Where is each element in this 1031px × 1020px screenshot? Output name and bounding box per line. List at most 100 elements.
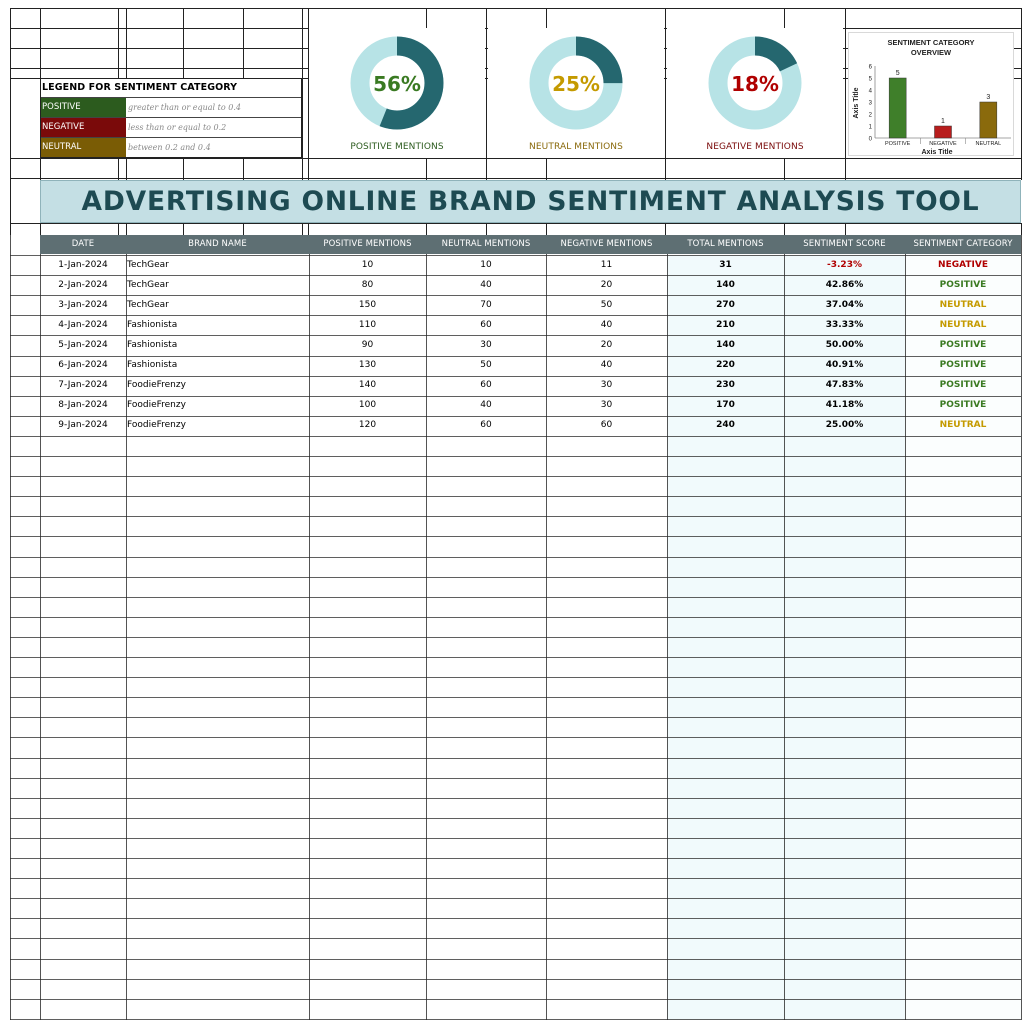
cell-neutral-mentions[interactable]: 60 — [426, 415, 546, 435]
header-date[interactable]: DATE — [40, 235, 126, 254]
cell-date[interactable]: 4-Jan-2024 — [40, 315, 126, 335]
cell-neutral-mentions[interactable]: 70 — [426, 295, 546, 315]
legend-desc-neutral: between 0.2 and 0.4 — [128, 143, 211, 152]
cell-total-mentions[interactable]: 31 — [667, 255, 784, 275]
cell-date[interactable]: 9-Jan-2024 — [40, 415, 126, 435]
cell-brand-name[interactable]: FoodieFrenzy — [127, 395, 307, 415]
cell-sentiment-category[interactable]: POSITIVE — [905, 375, 1021, 395]
donut-positive-panel[interactable]: 56% POSITIVE MENTIONS — [309, 28, 485, 158]
cell-date[interactable]: 3-Jan-2024 — [40, 295, 126, 315]
donut-neutral-label: NEUTRAL MENTIONS — [529, 142, 623, 152]
cell-positive-mentions[interactable]: 140 — [309, 375, 426, 395]
cell-negative-mentions[interactable]: 30 — [546, 395, 667, 415]
cell-total-mentions[interactable]: 270 — [667, 295, 784, 315]
cell-sentiment-score[interactable]: 37.04% — [784, 295, 905, 315]
legend-desc-positive: greater than or equal to 0.4 — [128, 103, 241, 112]
sentiment-legend: LEGEND FOR SENTIMENT CATEGORY POSITIVE g… — [40, 78, 302, 158]
cell-total-mentions[interactable]: 210 — [667, 315, 784, 335]
donut-negative-label: NEGATIVE MENTIONS — [706, 142, 804, 152]
cell-negative-mentions[interactable]: 50 — [546, 295, 667, 315]
cell-sentiment-score[interactable]: 25.00% — [784, 415, 905, 435]
cell-neutral-mentions[interactable]: 50 — [426, 355, 546, 375]
cell-sentiment-category[interactable]: POSITIVE — [905, 395, 1021, 415]
cell-neutral-mentions[interactable]: 40 — [426, 395, 546, 415]
cell-positive-mentions[interactable]: 10 — [309, 255, 426, 275]
cell-sentiment-category[interactable]: POSITIVE — [905, 355, 1021, 375]
cell-brand-name[interactable]: FoodieFrenzy — [127, 415, 307, 435]
cell-negative-mentions[interactable]: 30 — [546, 375, 667, 395]
cell-date[interactable]: 7-Jan-2024 — [40, 375, 126, 395]
legend-swatch-negative: NEGATIVE — [41, 118, 126, 137]
cell-negative-mentions[interactable]: 40 — [546, 315, 667, 335]
header-sentiment-score[interactable]: SENTIMENT SCORE — [784, 235, 905, 254]
cell-positive-mentions[interactable]: 150 — [309, 295, 426, 315]
dashboard-title-banner: ADVERTISING ONLINE BRAND SENTIMENT ANALY… — [40, 180, 1021, 223]
header-sentiment-category[interactable]: SENTIMENT CATEGORY — [905, 235, 1021, 254]
cell-positive-mentions[interactable]: 100 — [309, 395, 426, 415]
sentiment-overview-chart-panel[interactable]: SENTIMENT CATEGORY OVERVIEW 0 1 2 3 4 5 6 5 POSITI… — [848, 32, 1014, 156]
donut-negative-panel[interactable]: 18% NEGATIVE MENTIONS — [667, 28, 843, 158]
cell-sentiment-category[interactable]: NEGATIVE — [905, 255, 1021, 275]
cell-brand-name[interactable]: Fashionista — [127, 335, 307, 355]
cell-positive-mentions[interactable]: 80 — [309, 275, 426, 295]
cell-sentiment-score[interactable]: 50.00% — [784, 335, 905, 355]
cell-negative-mentions[interactable]: 20 — [546, 275, 667, 295]
cell-positive-mentions[interactable]: 130 — [309, 355, 426, 375]
header-negative-mentions[interactable]: NEGATIVE MENTIONS — [546, 235, 667, 254]
chart-x-tick-label: NEGATIVE — [929, 141, 957, 147]
header-positive-mentions[interactable]: POSITIVE MENTIONS — [309, 235, 426, 254]
chart-bar-negative — [934, 125, 952, 139]
cell-total-mentions[interactable]: 170 — [667, 395, 784, 415]
cell-neutral-mentions[interactable]: 30 — [426, 335, 546, 355]
cell-brand-name[interactable]: TechGear — [127, 275, 307, 295]
cell-positive-mentions[interactable]: 90 — [309, 335, 426, 355]
cell-neutral-mentions[interactable]: 10 — [426, 255, 546, 275]
cell-sentiment-score[interactable]: -3.23% — [784, 255, 905, 275]
cell-date[interactable]: 8-Jan-2024 — [40, 395, 126, 415]
cell-negative-mentions[interactable]: 60 — [546, 415, 667, 435]
cell-negative-mentions[interactable]: 40 — [546, 355, 667, 375]
chart-x-tick-label: POSITIVE — [885, 141, 911, 147]
chart-title: OVERVIEW — [911, 48, 952, 57]
cell-total-mentions[interactable]: 140 — [667, 335, 784, 355]
header-total-mentions[interactable]: TOTAL MENTIONS — [667, 235, 784, 254]
cell-date[interactable]: 2-Jan-2024 — [40, 275, 126, 295]
cell-sentiment-category[interactable]: NEUTRAL — [905, 315, 1021, 335]
cell-brand-name[interactable]: TechGear — [127, 295, 307, 315]
cell-negative-mentions[interactable]: 20 — [546, 335, 667, 355]
cell-negative-mentions[interactable]: 11 — [546, 255, 667, 275]
cell-total-mentions[interactable]: 230 — [667, 375, 784, 395]
donut-neutral-panel[interactable]: 25% NEUTRAL MENTIONS — [488, 28, 664, 158]
cell-brand-name[interactable]: FoodieFrenzy — [127, 375, 307, 395]
chart-data-label: 5 — [896, 70, 900, 77]
cell-total-mentions[interactable]: 240 — [667, 415, 784, 435]
cell-neutral-mentions[interactable]: 40 — [426, 275, 546, 295]
header-brand-name[interactable]: BRAND NAME — [126, 235, 309, 254]
cell-sentiment-category[interactable]: POSITIVE — [905, 335, 1021, 355]
cell-sentiment-category[interactable]: NEUTRAL — [905, 295, 1021, 315]
cell-sentiment-score[interactable]: 42.86% — [784, 275, 905, 295]
cell-positive-mentions[interactable]: 110 — [309, 315, 426, 335]
header-neutral-mentions[interactable]: NEUTRAL MENTIONS — [426, 235, 546, 254]
cell-total-mentions[interactable]: 220 — [667, 355, 784, 375]
cell-sentiment-score[interactable]: 40.91% — [784, 355, 905, 375]
chart-y-tick-label: 3 — [869, 101, 873, 107]
cell-positive-mentions[interactable]: 120 — [309, 415, 426, 435]
chart-x-axis-title: Axis Title — [922, 149, 953, 155]
cell-neutral-mentions[interactable]: 60 — [426, 375, 546, 395]
cell-brand-name[interactable]: TechGear — [127, 255, 307, 275]
cell-total-mentions[interactable]: 140 — [667, 275, 784, 295]
cell-sentiment-score[interactable]: 33.33% — [784, 315, 905, 335]
chart-data-label: 1 — [941, 118, 945, 125]
donut-negative-percent: 18% — [731, 72, 779, 96]
cell-sentiment-category[interactable]: NEUTRAL — [905, 415, 1021, 435]
cell-brand-name[interactable]: Fashionista — [127, 315, 307, 335]
cell-neutral-mentions[interactable]: 60 — [426, 315, 546, 335]
cell-date[interactable]: 1-Jan-2024 — [40, 255, 126, 275]
cell-sentiment-category[interactable]: POSITIVE — [905, 275, 1021, 295]
cell-sentiment-score[interactable]: 41.18% — [784, 395, 905, 415]
cell-brand-name[interactable]: Fashionista — [127, 355, 307, 375]
cell-sentiment-score[interactable]: 47.83% — [784, 375, 905, 395]
cell-date[interactable]: 5-Jan-2024 — [40, 335, 126, 355]
cell-date[interactable]: 6-Jan-2024 — [40, 355, 126, 375]
